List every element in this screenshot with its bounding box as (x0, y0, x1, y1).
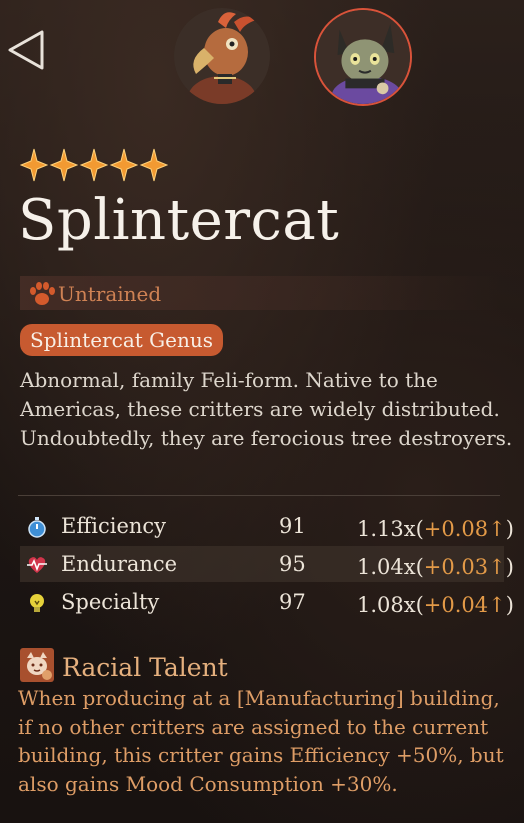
splintercat-portrait (316, 10, 410, 104)
heartbeat-icon (27, 557, 47, 573)
bird-critter-portrait (174, 8, 270, 104)
stat-name: Efficiency (61, 514, 167, 538)
training-status: Untrained (58, 282, 162, 306)
star-icon (140, 148, 168, 182)
stat-value: 95 (279, 552, 306, 576)
star-icon (110, 148, 138, 182)
stat-row-efficiency: Efficiency 91 1.13x(+0.08↑) (20, 508, 514, 544)
star-icon (20, 148, 48, 182)
lightbulb-icon (30, 594, 44, 612)
paw-icon (30, 282, 55, 305)
stat-multiplier: 1.08x(+0.04↑) (357, 593, 514, 617)
stat-bonus: +0.03↑ (423, 555, 506, 579)
cat-face-icon (20, 648, 54, 682)
critter-portrait-bird[interactable] (174, 8, 270, 104)
racial-talent-description: When producing at a [Manufacturing] buil… (18, 686, 504, 796)
critter-name: Splintercat (18, 188, 340, 253)
stat-bonus: +0.04↑ (423, 593, 506, 617)
star-rating (20, 148, 168, 182)
stat-value: 97 (279, 590, 306, 614)
stat-multiplier: 1.04x(+0.03↑) (357, 555, 514, 579)
stat-row-endurance: Endurance 95 1.04x(+0.03↑) (20, 546, 514, 582)
critter-description: Abnormal, family Feli-form. Native to th… (20, 368, 513, 450)
stat-value: 91 (279, 514, 306, 538)
stat-name: Endurance (61, 552, 178, 576)
star-icon (50, 148, 78, 182)
back-arrow-icon[interactable] (6, 28, 46, 72)
stat-multiplier: 1.13x(+0.08↑) (357, 517, 514, 541)
genus-badge: Splintercat Genus (20, 324, 223, 356)
racial-talent-title: Racial Talent (62, 653, 228, 682)
critter-portrait-splintercat[interactable] (314, 8, 412, 106)
stat-name: Specialty (61, 590, 160, 614)
stat-row-specialty: Specialty 97 1.08x(+0.04↑) (20, 584, 514, 620)
divider (18, 495, 500, 496)
star-icon (80, 148, 108, 182)
stat-bonus: +0.08↑ (423, 517, 506, 541)
stopwatch-icon (28, 517, 46, 538)
